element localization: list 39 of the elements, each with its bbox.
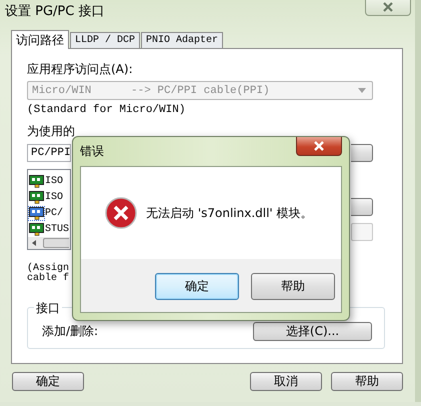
add-remove-label: 添加/删除: <box>42 322 98 340</box>
list-item[interactable]: STUS <box>28 221 70 237</box>
close-button[interactable] <box>296 137 342 156</box>
tab[interactable]: PNIO Adapter <box>141 32 224 48</box>
group-title: 接口 <box>34 300 62 317</box>
network-card-icon <box>29 222 44 236</box>
error-icon <box>105 197 137 229</box>
tab[interactable]: 访问路径 <box>11 30 69 49</box>
tab[interactable]: LLDP / DCP <box>70 32 140 48</box>
dropdown-arrow-icon <box>358 88 366 93</box>
side-button[interactable] <box>351 198 373 216</box>
dialog-title: 错误 <box>80 143 104 160</box>
dialog-button[interactable]: 确定 <box>12 372 84 391</box>
list-item[interactable]: ISO <box>28 189 64 205</box>
description-text: (Assign <box>27 264 70 274</box>
side-button[interactable] <box>351 223 373 241</box>
error-message: 无法启动 's7onlinx.dll' 模块。 <box>146 204 313 222</box>
select-button[interactable]: 选择(C)... <box>253 322 372 340</box>
list-item[interactable]: ISO <box>28 173 64 189</box>
close-icon <box>382 2 394 12</box>
list-item[interactable]: PC/ <box>28 205 64 221</box>
side-button[interactable] <box>351 144 373 162</box>
window-title: 设置 PG/PC 接口 <box>5 3 104 20</box>
network-card-icon <box>29 174 44 188</box>
horizontal-scrollbar[interactable] <box>28 237 70 249</box>
network-card-icon <box>29 190 44 204</box>
close-icon <box>313 141 325 151</box>
dialog-button[interactable]: 帮助 <box>331 372 403 391</box>
scrollbar-thumb[interactable] <box>43 238 69 248</box>
dropdown-value: Micro/WIN --> PC/PPI cable(PPI) <box>32 84 270 96</box>
field-label: 为使用的 <box>27 123 75 140</box>
note-text: (Standard for Micro/WIN) <box>27 104 186 116</box>
field-label: 应用程序访问点(A): <box>27 61 133 78</box>
parameter-field[interactable]: PC/PPI <box>27 144 71 162</box>
description-text: cable f <box>27 274 70 284</box>
network-card-icon <box>29 206 44 220</box>
dialog-button[interactable]: 确定 <box>155 273 239 300</box>
dialog-button[interactable]: 取消 <box>250 372 322 391</box>
dialog-button[interactable]: 帮助 <box>251 273 335 300</box>
